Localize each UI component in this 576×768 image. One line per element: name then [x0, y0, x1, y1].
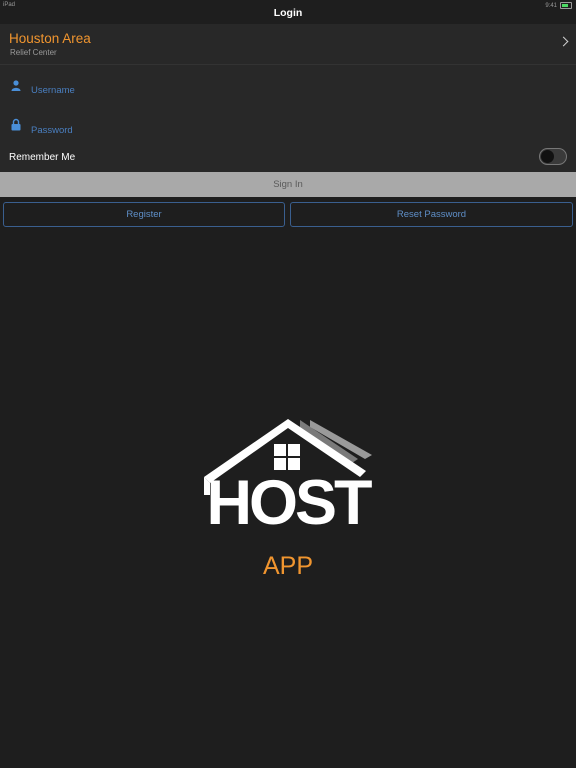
password-row — [0, 105, 576, 146]
organization-subtitle: Relief Center — [10, 48, 57, 57]
page-title: Login — [273, 7, 303, 19]
toggle-knob — [541, 150, 554, 163]
person-icon — [11, 78, 21, 96]
lock-icon — [11, 118, 21, 136]
organization-selector[interactable]: Houston Area Relief Center — [0, 24, 576, 65]
reset-password-button[interactable]: Reset Password — [290, 202, 573, 227]
username-field[interactable] — [31, 83, 551, 97]
username-row — [0, 65, 576, 106]
logo-wordmark: HOST — [206, 468, 372, 538]
chevron-right-icon — [558, 36, 569, 47]
remember-me-label: Remember Me — [9, 152, 76, 163]
remember-me-toggle[interactable] — [539, 148, 567, 165]
remember-me-row: Remember Me — [0, 145, 576, 172]
navigation-bar: Login — [0, 0, 576, 24]
register-button[interactable]: Register — [3, 202, 285, 227]
logo-subtitle: APP — [262, 552, 314, 580]
password-field[interactable] — [31, 123, 551, 137]
sign-in-button[interactable]: Sign In — [0, 172, 576, 197]
organization-name: Houston Area — [9, 31, 91, 46]
